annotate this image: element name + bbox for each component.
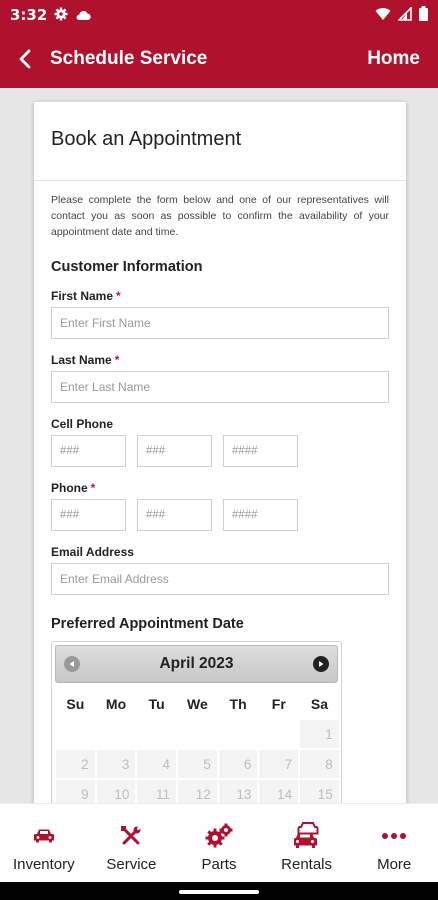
gears-icon: [205, 822, 233, 850]
first-name-placeholder: Enter First Name: [60, 316, 151, 330]
appointment-form-card: Book an Appointment Please complete the …: [34, 102, 406, 822]
home-link[interactable]: Home: [367, 48, 420, 70]
bottom-nav: Inventory Service Parts Rentals More: [0, 803, 438, 882]
calendar-month-label: April 2023: [159, 655, 234, 672]
phone-line-placeholder: ####: [232, 509, 258, 521]
form-title: Book an Appointment: [51, 128, 242, 150]
system-nav-bar: [0, 882, 438, 900]
settings-gear-icon: [54, 6, 68, 25]
email-placeholder: Enter Email Address: [60, 572, 169, 586]
phone-area-placeholder: ###: [60, 509, 80, 521]
cloud-icon: [75, 6, 92, 25]
next-month-button[interactable]: [313, 656, 329, 672]
calendar-day[interactable]: 6: [217, 749, 259, 779]
required-marker: *: [90, 481, 96, 495]
more-dots-icon: [381, 822, 407, 850]
cell-phone-label: Cell Phone: [51, 417, 114, 431]
customer-info-heading: Customer Information: [51, 259, 203, 275]
status-time: 3:32: [10, 6, 48, 24]
calendar-empty-cell: [95, 719, 137, 749]
weekday-header: Su: [66, 696, 85, 712]
weekday-header: Th: [229, 696, 247, 712]
form-intro-text: Please complete the form below and one o…: [51, 194, 389, 238]
chevron-left-icon: [19, 49, 31, 69]
card-body: Please complete the form below and one o…: [34, 181, 406, 813]
calendar-empty-cell: [177, 719, 218, 749]
calendar-day[interactable]: 3: [95, 749, 137, 779]
weekday-header: Sa: [310, 696, 329, 712]
last-name-label: Last Name *: [51, 353, 389, 367]
required-marker: *: [116, 289, 121, 303]
cell-phone-prefix-placeholder: ###: [146, 445, 166, 457]
prev-month-button[interactable]: [64, 656, 80, 672]
wrench-icon: [119, 822, 143, 850]
cell-phone-row: ### ### ####: [51, 435, 389, 467]
calendar-empty-cell: [136, 719, 178, 749]
calendar-grid: Su Mo Tu We Th Fr Sa 1 2 3 4 5 6 7 8 9 10 11 12 13 14 15: [55, 689, 340, 809]
calendar-day[interactable]: 8: [299, 749, 340, 779]
nav-label-rentals: Rentals: [281, 856, 332, 873]
phone-area-input[interactable]: ###: [51, 499, 126, 531]
last-name-input[interactable]: Enter Last Name: [51, 371, 389, 403]
nav-item-service[interactable]: Service: [88, 804, 176, 882]
calendar-day[interactable]: 5: [177, 749, 218, 779]
cell-phone-line-placeholder: ####: [232, 445, 258, 457]
wifi-icon: [375, 6, 391, 25]
required-marker: *: [114, 353, 120, 367]
rental-cars-icon: [293, 822, 321, 850]
first-name-label: First Name *: [51, 289, 389, 303]
nav-item-rentals[interactable]: Rentals: [263, 804, 351, 882]
nav-label-more: More: [377, 856, 412, 873]
weekday-header: Fr: [271, 696, 286, 712]
calendar-empty-cell: [258, 719, 300, 749]
cell-phone-line-input[interactable]: ####: [223, 435, 298, 467]
battery-icon: [419, 5, 428, 25]
phone-prefix-input[interactable]: ###: [137, 499, 212, 531]
back-button[interactable]: [18, 44, 46, 74]
nav-label-service: Service: [106, 856, 157, 873]
weekday-header: We: [187, 696, 208, 712]
nav-item-parts[interactable]: Parts: [175, 804, 263, 882]
phone-row: ### ### ####: [51, 499, 389, 531]
status-bar: 3:32: [0, 0, 438, 30]
calendar-day[interactable]: 4: [136, 749, 178, 779]
triangle-right-icon: [319, 661, 324, 667]
home-gesture-pill[interactable]: [179, 890, 259, 894]
last-name-label-text: Last Name: [51, 353, 112, 367]
calendar-day[interactable]: 1: [299, 719, 340, 749]
appointment-date-heading: Preferred Appointment Date: [51, 616, 244, 632]
phone-line-input[interactable]: ####: [223, 499, 298, 531]
cell-signal-icon: [397, 5, 412, 25]
phone-label-text: Phone: [51, 481, 88, 495]
car-icon: [33, 822, 55, 850]
nav-label-inventory: Inventory: [12, 856, 75, 873]
phone-label: Phone *: [51, 481, 389, 495]
cell-phone-prefix-input[interactable]: ###: [137, 435, 212, 467]
nav-item-more[interactable]: More: [350, 804, 438, 882]
cell-phone-area-placeholder: ###: [60, 445, 80, 457]
nav-item-inventory[interactable]: Inventory: [0, 804, 88, 882]
calendar-empty-cell: [55, 719, 96, 749]
email-label: Email Address: [51, 545, 134, 559]
page-title: Schedule Service: [50, 48, 208, 69]
last-name-placeholder: Enter Last Name: [60, 380, 151, 394]
first-name-label-text: First Name: [51, 289, 114, 303]
calendar-day[interactable]: 2: [55, 749, 96, 779]
email-input[interactable]: Enter Email Address: [51, 563, 389, 595]
weekday-header: Tu: [148, 696, 165, 712]
first-name-input[interactable]: Enter First Name: [51, 307, 389, 339]
nav-label-parts: Parts: [201, 856, 237, 873]
calendar-header: April 2023: [55, 645, 338, 683]
date-picker-calendar: April 2023 Su Mo Tu We Th Fr Sa 1 2 3 4 5 6 7 8 9 10 11 12…: [51, 641, 342, 813]
calendar-day[interactable]: 7: [258, 749, 300, 779]
card-header: Book an Appointment: [34, 102, 406, 181]
cell-phone-area-input[interactable]: ###: [51, 435, 126, 467]
app-bar: Schedule Service Home: [0, 30, 438, 88]
triangle-left-icon: [69, 661, 74, 667]
calendar-empty-cell: [217, 719, 259, 749]
weekday-header: Mo: [105, 696, 127, 712]
phone-prefix-placeholder: ###: [146, 509, 166, 521]
